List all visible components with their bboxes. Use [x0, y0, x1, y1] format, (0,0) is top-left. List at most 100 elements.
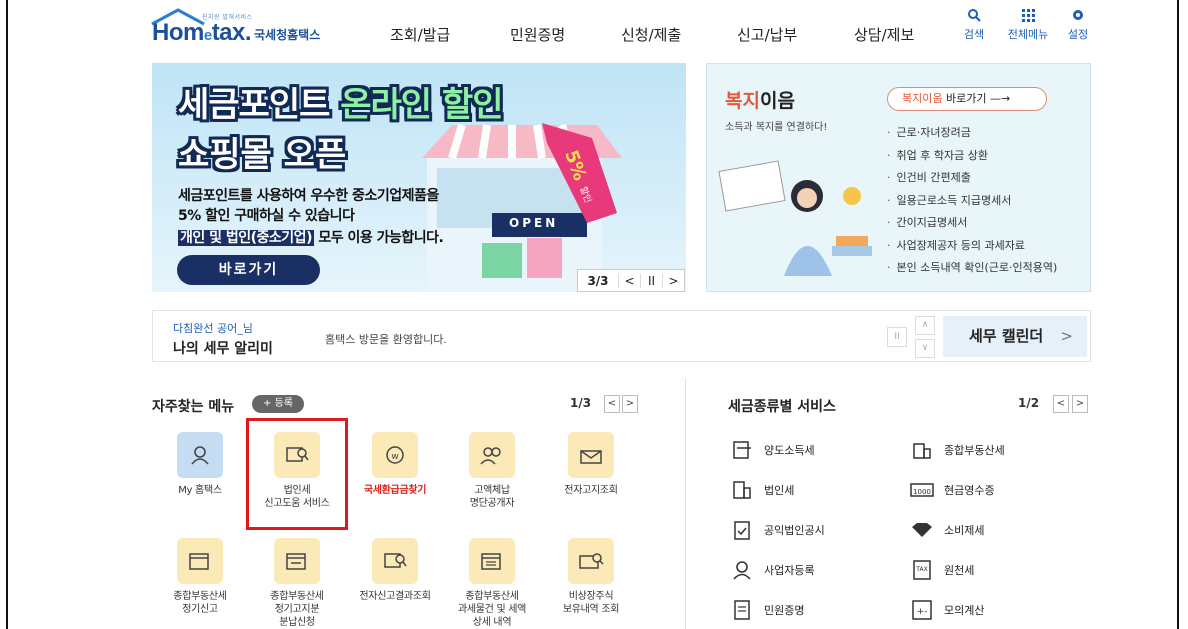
menu-tax-refund-search[interactable]: w 국세환급금찾기	[347, 432, 443, 497]
banner-prev-button[interactable]: <	[618, 273, 640, 288]
menu-delinquent-list[interactable]: 고액체납 명단공개자	[444, 432, 540, 510]
stock-search-icon	[568, 538, 614, 584]
menu-e-filing-result[interactable]: 전자신고결과조회	[347, 538, 443, 603]
welfare-item[interactable]: 근로·자녀장려금	[887, 122, 1057, 145]
svg-text:1000: 1000	[913, 488, 931, 496]
welfare-item[interactable]: 본인 소득내역 확인(근로·인적용역)	[887, 257, 1058, 280]
tax-services-title: 세금종류별 서비스	[728, 399, 836, 415]
search-label: 검색	[963, 28, 985, 41]
hometax-logo[interactable]: 친지랑 발해서비스 Hometax. 국세청홈택스	[150, 8, 335, 48]
notifier-up-button[interactable]: ∧	[915, 316, 935, 335]
menu-e-notice[interactable]: 전자고지조회	[543, 432, 639, 497]
banner-text-2: 5% 할인 구매하실 수 있습니다	[178, 208, 355, 224]
frequent-prev-button[interactable]: <	[604, 395, 620, 413]
frequent-next-button[interactable]: >	[622, 395, 638, 413]
grid-menu-icon	[1006, 8, 1050, 24]
chevron-right-icon: >	[1060, 327, 1073, 345]
frame-left-border	[6, 0, 8, 629]
frame-right-border	[1177, 0, 1179, 629]
banner-headline-1: 세금포인트 온라인 할인	[178, 85, 504, 125]
service-public-corp-disclosure[interactable]: 공익법인공시	[730, 518, 825, 542]
welfare-menu-list: 근로·자녀장려금 취업 후 학자금 상환 인건비 간편제출 일용근로소득 지급명…	[887, 122, 1058, 280]
service-withholding-tax[interactable]: TAX 원천세	[910, 558, 974, 582]
notifier-message: 홈택스 방문을 환영합니다.	[325, 333, 447, 346]
full-menu-button[interactable]: 전체메뉴	[1006, 8, 1050, 42]
service-consumption-tax[interactable]: 소비제세	[910, 518, 984, 542]
clipboard-icon	[730, 518, 754, 542]
person-icon	[730, 558, 754, 582]
gnb-consult-report[interactable]: 상담/제보	[854, 24, 914, 45]
welfare-item[interactable]: 취업 후 학자금 상환	[887, 145, 1057, 168]
banner-headline-2: 쇼핑몰 오픈	[178, 135, 347, 175]
svg-text:+-: +-	[917, 607, 928, 617]
tax-services-prev-button[interactable]: <	[1053, 395, 1069, 413]
diamond-icon	[910, 518, 934, 542]
welfare-item[interactable]: 간이지급명세서	[887, 212, 1057, 235]
tax-services-next-button[interactable]: >	[1072, 395, 1088, 413]
menu-realty-tax-installment[interactable]: 종합부동산세 정기고지분 분납신청	[249, 538, 345, 629]
frequent-menu-title: 자주찾는 메뉴	[152, 399, 235, 415]
tax-services-page-indicator: 1/2	[1018, 396, 1040, 410]
service-corporate-tax[interactable]: 법인세	[730, 478, 794, 502]
svg-text:w: w	[391, 452, 398, 462]
welfare-link-panel: 복지이음 소득과 복지를 연결하다! 복지이음 바로가기 —→ 근로·자녀장려금…	[706, 63, 1091, 292]
banner-text-3: 개인 및 법인(중소기업) 모두 이용 가능합니다.	[178, 230, 444, 246]
banner-go-button[interactable]: 바로가기	[177, 255, 320, 285]
gnb-filing-payment[interactable]: 신고/납부	[737, 24, 797, 45]
service-realty-tax[interactable]: 종합부동산세	[910, 438, 1005, 462]
menu-label: 전자신고결과조회	[359, 591, 431, 602]
logo-wordmark: Hometax.	[152, 19, 252, 46]
service-mock-calculation[interactable]: +- 모의계산	[910, 598, 984, 622]
user-name: 다침완선 공어_님	[173, 322, 253, 335]
receipt-icon: 1000	[910, 478, 934, 502]
people-icon	[469, 432, 515, 478]
menu-my-hometax[interactable]: My 홈택스	[152, 432, 248, 497]
welfare-item[interactable]: 사업장제공자 등의 과세자료	[887, 235, 1057, 258]
building-icon	[910, 438, 934, 462]
corporation-icon	[730, 478, 754, 502]
transfer-doc-icon	[730, 438, 754, 462]
menu-label: 종합부동산세 과세물건 및 세액 상세 내역	[457, 591, 527, 628]
promo-banner[interactable]: 세금포인트 온라인 할인 쇼핑몰 오픈 5% 할인 OPEN 세금포인트를 사용…	[152, 63, 686, 292]
tax-calendar-button[interactable]: 세무 캘린더 >	[943, 316, 1087, 357]
service-capital-gains-tax[interactable]: 양도소득세	[730, 438, 815, 462]
full-menu-label: 전체메뉴	[1007, 28, 1049, 41]
menu-label: 전자고지조회	[564, 485, 618, 496]
logo-agency-name: 국세청홈택스	[254, 28, 321, 42]
welfare-illustration	[718, 160, 872, 276]
tax-calendar-label: 세무 캘린더	[969, 327, 1044, 345]
settings-button[interactable]: 설정	[1056, 8, 1100, 42]
menu-label: 비상장주식 보유내역 조회	[562, 591, 620, 615]
svg-text:TAX: TAX	[915, 566, 927, 573]
add-menu-button[interactable]: + 등록	[252, 395, 304, 413]
welfare-go-button[interactable]: 복지이음 바로가기 —→	[887, 87, 1047, 111]
calendar-check-icon	[274, 538, 320, 584]
menu-unlisted-stock[interactable]: 비상장주식 보유내역 조회	[543, 538, 639, 616]
open-sign: OPEN	[509, 216, 559, 230]
banner-pause-button[interactable]: II	[640, 273, 662, 288]
banner-text-1: 세금포인트를 사용하여 우수한 중소기업제품을	[178, 188, 439, 204]
gnb-certificates[interactable]: 민원증명	[510, 24, 565, 45]
welfare-item[interactable]: 일용근로소득 지급명세서	[887, 190, 1057, 213]
welfare-title: 복지이음	[725, 90, 795, 112]
banner-page-indicator: 3/3	[587, 273, 609, 288]
refund-coin-icon: w	[372, 432, 418, 478]
service-cash-receipt[interactable]: 1000 현금영수증	[910, 478, 995, 502]
welfare-item[interactable]: 인건비 간편제출	[887, 167, 1057, 190]
service-business-registration[interactable]: 사업자등록	[730, 558, 815, 582]
envelope-icon	[568, 432, 614, 478]
banner-slider-controls: 3/3 < II >	[577, 269, 685, 292]
notifier-pause-button[interactable]: II	[887, 327, 907, 347]
banner-next-button[interactable]: >	[662, 273, 684, 288]
search-button[interactable]: 검색	[952, 8, 996, 42]
gnb-application[interactable]: 신청/제출	[621, 24, 681, 45]
gnb-inquiry[interactable]: 조회/발급	[390, 24, 450, 45]
tax-notifier-bar: 다침완선 공어_님 나의 세무 알리미 홈택스 방문을 환영합니다. II ∧ …	[152, 310, 1091, 362]
search-icon	[952, 8, 996, 24]
certificate-icon	[730, 598, 754, 622]
menu-realty-tax-filing[interactable]: 종합부동산세 정기신고	[152, 538, 248, 616]
tax-doc-icon: TAX	[910, 558, 934, 582]
service-certificates[interactable]: 민원증명	[730, 598, 804, 622]
menu-realty-tax-detail[interactable]: 종합부동산세 과세물건 및 세액 상세 내역	[444, 538, 540, 629]
notifier-down-button[interactable]: ∨	[915, 339, 935, 358]
